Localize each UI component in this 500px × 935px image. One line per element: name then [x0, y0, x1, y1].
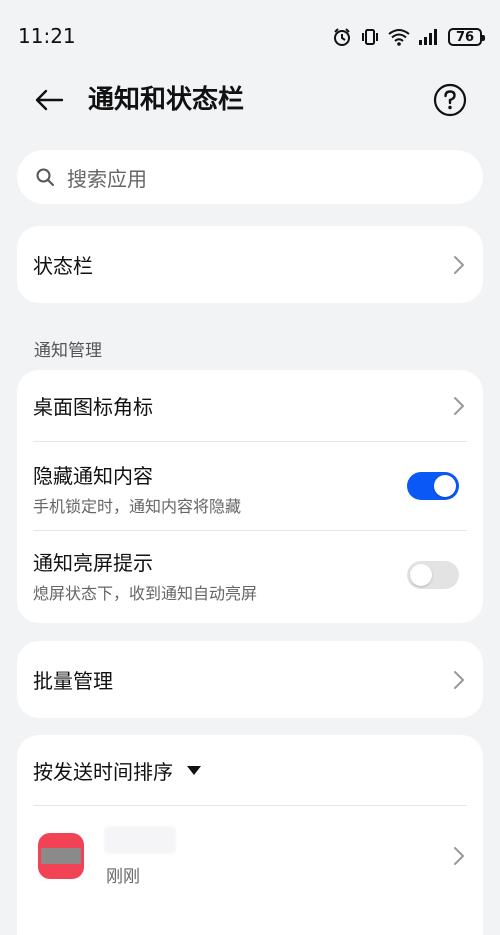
hide-content-subtitle: 手机锁定时，通知内容将隐藏 [33, 497, 242, 516]
wake-screen-title: 通知亮屏提示 [33, 551, 153, 575]
battery-icon: 76 [448, 28, 485, 46]
chevron-right-icon [454, 847, 464, 865]
back-arrow-icon [35, 89, 64, 111]
section-label-notification-management: 通知管理 [34, 341, 102, 361]
alarm-icon [332, 27, 352, 47]
batch-management-card[interactable]: 批量管理 [17, 641, 483, 718]
search-placeholder: 搜索应用 [67, 166, 147, 191]
vibrate-icon [360, 27, 380, 47]
app-notification-time: 刚刚 [106, 867, 140, 887]
toggle-knob [410, 564, 432, 586]
hide-content-toggle[interactable] [407, 472, 459, 500]
app-list-item[interactable] [17, 806, 483, 896]
page-title: 通知和状态栏 [88, 85, 245, 115]
status-bar-settings-card[interactable]: 状态栏 [17, 226, 483, 303]
help-icon [433, 83, 467, 117]
search-icon [36, 168, 54, 186]
status-bar-item-label: 状态栏 [33, 254, 93, 278]
app-icon [38, 833, 84, 879]
search-input[interactable]: 搜索应用 [17, 150, 483, 204]
help-button[interactable] [432, 82, 468, 118]
chevron-right-icon [454, 396, 464, 415]
status-icons: 76 [332, 24, 485, 50]
sort-label: 按发送时间排序 [33, 759, 173, 784]
chevron-right-icon [454, 670, 464, 689]
list-item-desktop-badge[interactable]: 桌面图标角标 [17, 370, 483, 441]
desktop-badge-label: 桌面图标角标 [33, 395, 153, 419]
back-button[interactable] [30, 82, 68, 118]
caret-down-icon [187, 765, 201, 775]
notification-management-card: 桌面图标角标 隐藏通知内容 手机锁定时，通知内容将隐藏 通知亮屏提示 熄屏状态下… [17, 370, 483, 623]
app-name-redacted [104, 826, 176, 854]
batch-management-label: 批量管理 [33, 669, 113, 693]
chevron-right-icon [454, 255, 464, 274]
header: 通知和状态栏 [0, 74, 500, 126]
battery-level: 76 [455, 29, 475, 45]
status-bar: 11:21 76 [0, 0, 500, 74]
list-item-wake-screen: 通知亮屏提示 熄屏状态下，收到通知自动亮屏 [17, 531, 483, 621]
wake-screen-toggle[interactable] [407, 561, 459, 589]
app-icon-redacted [41, 848, 81, 864]
list-item-hide-content: 隐藏通知内容 手机锁定时，通知内容将隐藏 [17, 442, 483, 530]
status-time: 11:21 [18, 24, 76, 48]
sort-dropdown[interactable]: 按发送时间排序 [17, 735, 483, 805]
hide-content-title: 隐藏通知内容 [33, 464, 153, 488]
wake-screen-subtitle: 熄屏状态下，收到通知自动亮屏 [33, 584, 258, 603]
toggle-knob [434, 475, 456, 497]
wifi-icon [388, 28, 410, 46]
signal-icon [418, 28, 440, 46]
